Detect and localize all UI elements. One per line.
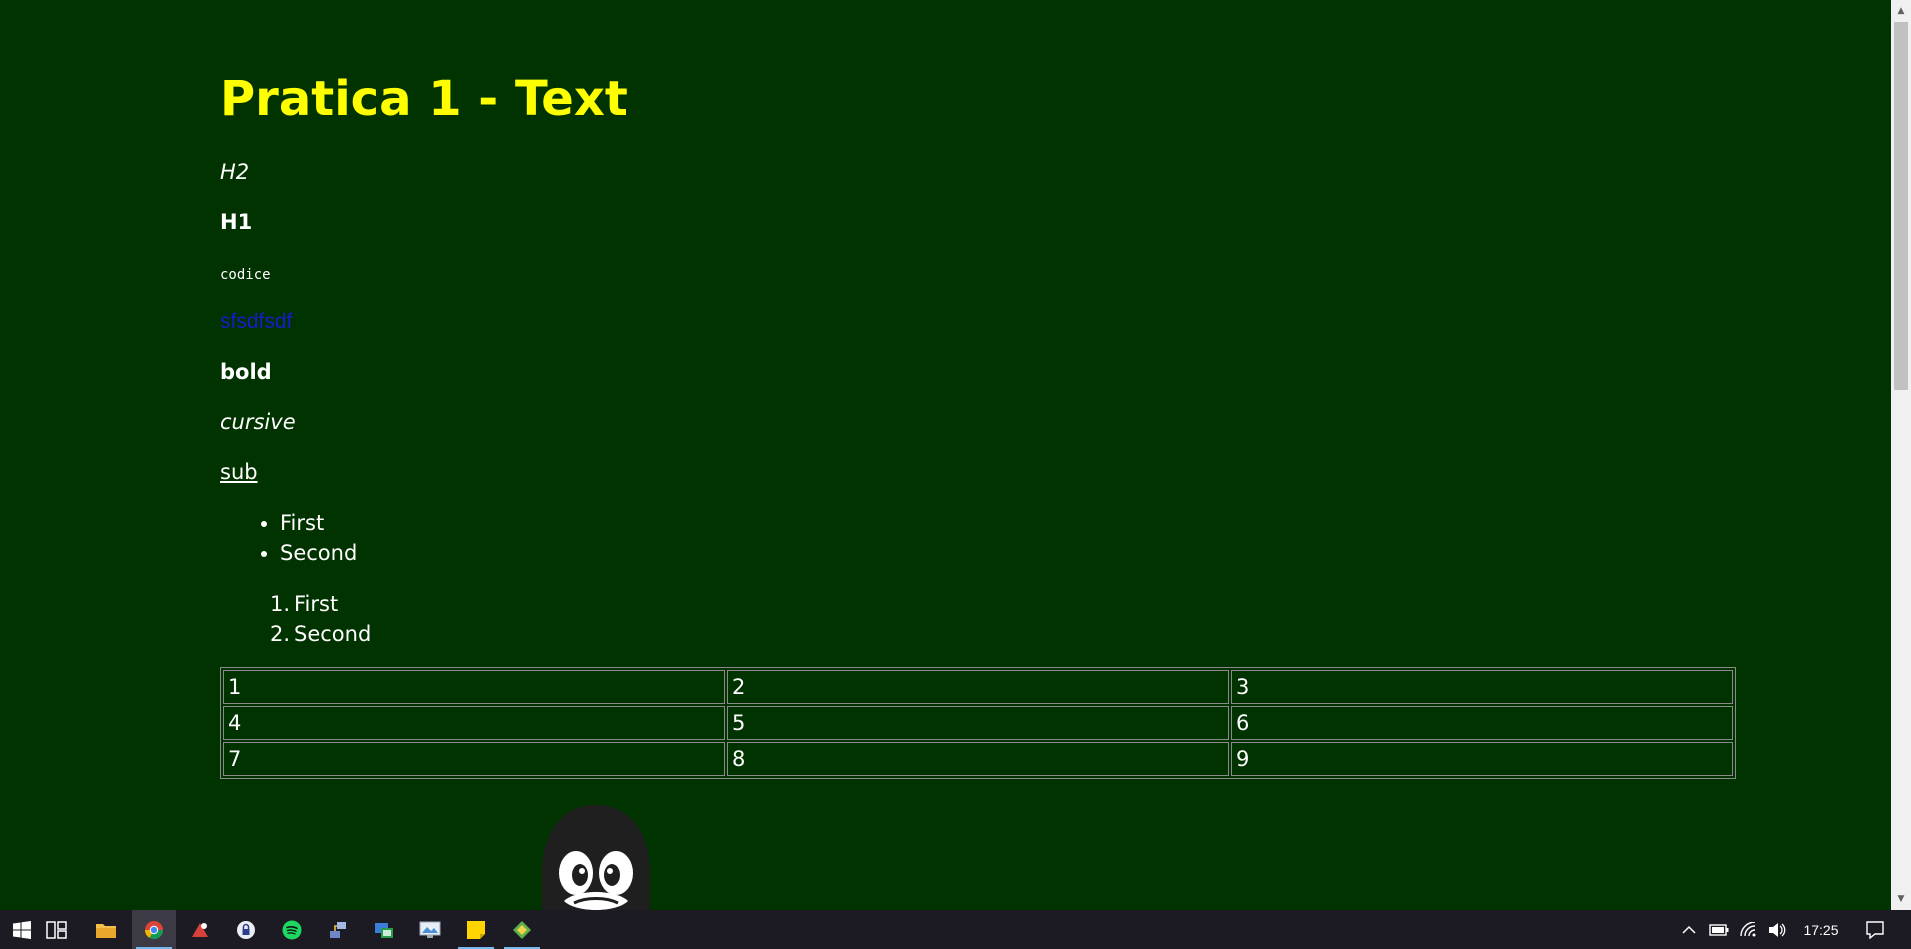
network-tool-icon[interactable] [316, 910, 360, 949]
bullet-list-item: Second [280, 538, 357, 568]
h2-italic-text: H2 [220, 160, 250, 184]
security-app-icon[interactable] [224, 910, 268, 949]
ordered-list: 1. First 2. Second [270, 589, 371, 649]
code-text: codice [220, 267, 271, 283]
table-cell: 9 [1231, 742, 1733, 776]
h1-bold-text: H1 [220, 210, 253, 234]
table-cell: 1 [223, 670, 725, 704]
table-cell: 3 [1231, 670, 1733, 704]
task-view-icon[interactable] [35, 910, 79, 949]
list-number: 1. [270, 592, 291, 616]
list-number: 2. [270, 622, 291, 646]
table-row: 4 5 6 [223, 706, 1733, 740]
scroll-down-icon[interactable]: ▼ [1891, 890, 1911, 908]
vertical-scrollbar[interactable]: ▲ ▼ [1891, 0, 1911, 910]
wifi-icon[interactable] [1737, 910, 1761, 949]
sample-link[interactable]: sfsdfsdf [220, 310, 292, 334]
cursive-text: cursive [220, 410, 296, 434]
app-red-icon[interactable] [178, 910, 222, 949]
file-explorer-icon[interactable] [84, 910, 128, 949]
chevron-up-icon[interactable] [1677, 910, 1701, 949]
sub-underlined-text: sub [220, 460, 258, 484]
table-cell: 2 [727, 670, 1229, 704]
table-cell: 8 [727, 742, 1229, 776]
remote-app-icon[interactable] [362, 910, 406, 949]
table-row: 7 8 9 [223, 742, 1733, 776]
volume-icon[interactable] [1765, 910, 1789, 949]
bullet-list-item: First [280, 508, 357, 538]
scrollbar-thumb[interactable] [1894, 22, 1908, 390]
number-table: 1 2 3 4 5 6 7 8 9 [220, 667, 1736, 779]
ordered-list-item: 1. First [270, 589, 371, 619]
notification-center-icon[interactable] [1860, 910, 1890, 949]
table-cell: 4 [223, 706, 725, 740]
clock-time: 17:25 [1803, 921, 1839, 938]
tux-penguin-image [542, 805, 650, 910]
clock[interactable]: 17:25 [1793, 910, 1849, 949]
list-label: Second [294, 622, 372, 646]
table-row: 1 2 3 [223, 670, 1733, 704]
table-cell: 7 [223, 742, 725, 776]
dev-tool-icon[interactable] [500, 910, 544, 949]
table-cell: 5 [727, 706, 1229, 740]
scroll-up-icon[interactable]: ▲ [1891, 2, 1911, 20]
bold-text: bold [220, 360, 272, 384]
taskbar: 17:25 [0, 910, 1911, 949]
spotify-icon[interactable] [270, 910, 314, 949]
list-label: First [294, 592, 339, 616]
browser-viewport: Pratica 1 - Text H2 H1 codice sfsdfsdf b… [0, 0, 1891, 910]
screen-app-icon[interactable] [408, 910, 452, 949]
table-cell: 6 [1231, 706, 1733, 740]
battery-icon[interactable] [1707, 910, 1731, 949]
chrome-icon[interactable] [132, 910, 176, 949]
ordered-list-item: 2. Second [270, 619, 371, 649]
bullet-list: First Second [280, 508, 357, 568]
page-title: Pratica 1 - Text [220, 71, 628, 127]
sticky-notes-icon[interactable] [454, 910, 498, 949]
